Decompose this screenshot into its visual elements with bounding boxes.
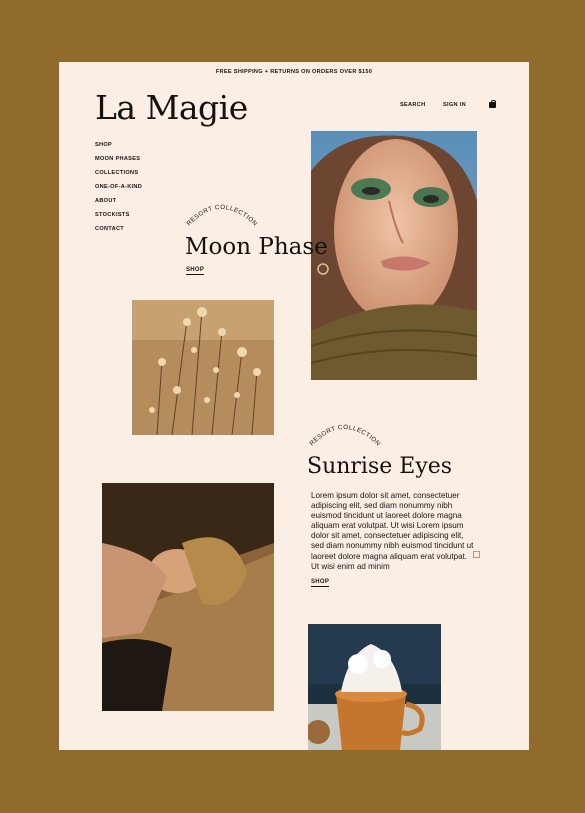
- page: FREE SHIPPING + RETURNS ON ORDERS OVER $…: [59, 62, 529, 750]
- expand-icon[interactable]: [473, 551, 480, 558]
- nav-item-stockists[interactable]: STOCKISTS: [95, 212, 142, 226]
- brand-logo[interactable]: La Magie: [95, 88, 248, 127]
- sign-in-link[interactable]: SIGN IN: [443, 102, 466, 108]
- search-link[interactable]: SEARCH: [400, 102, 425, 108]
- feature-description: Lorem ipsum dolor sit amet, consectetuer…: [311, 491, 474, 571]
- dried-flowers-photo[interactable]: [132, 300, 274, 435]
- shop-link-moon-phase[interactable]: SHOP: [186, 267, 205, 275]
- feature-title-sunrise-eyes: Sunrise Eyes: [307, 454, 453, 479]
- latte-photo[interactable]: [308, 624, 441, 750]
- lying-portrait-photo[interactable]: [102, 483, 274, 711]
- shop-link-sunrise-eyes[interactable]: SHOP: [311, 579, 330, 587]
- svg-text:RESORT COLLECTION: RESORT COLLECTION: [309, 424, 382, 448]
- nav-item-contact[interactable]: CONTACT: [95, 226, 142, 240]
- nav-item-about[interactable]: ABOUT: [95, 198, 142, 212]
- nav-item-collections[interactable]: COLLECTIONS: [95, 170, 142, 184]
- svg-text:RESORT COLLECTION: RESORT COLLECTION: [186, 204, 259, 228]
- nav-item-shop[interactable]: SHOP: [95, 142, 142, 156]
- eyebrow-resort-collection-1: RESORT COLLECTION: [186, 204, 259, 228]
- announcement-bar: FREE SHIPPING + RETURNS ON ORDERS OVER $…: [215, 69, 373, 75]
- feature-title-moon-phase: Moon Phase: [185, 234, 328, 260]
- main-nav: SHOP MOON PHASES COLLECTIONS ONE-OF-A-KI…: [95, 142, 142, 240]
- shopping-bag-icon[interactable]: [489, 99, 496, 108]
- nav-item-moon-phases[interactable]: MOON PHASES: [95, 156, 142, 170]
- nav-item-one-of-a-kind[interactable]: ONE-OF-A-KIND: [95, 184, 142, 198]
- eyebrow-resort-collection-2: RESORT COLLECTION: [309, 424, 382, 448]
- portrait-photo[interactable]: [311, 131, 477, 380]
